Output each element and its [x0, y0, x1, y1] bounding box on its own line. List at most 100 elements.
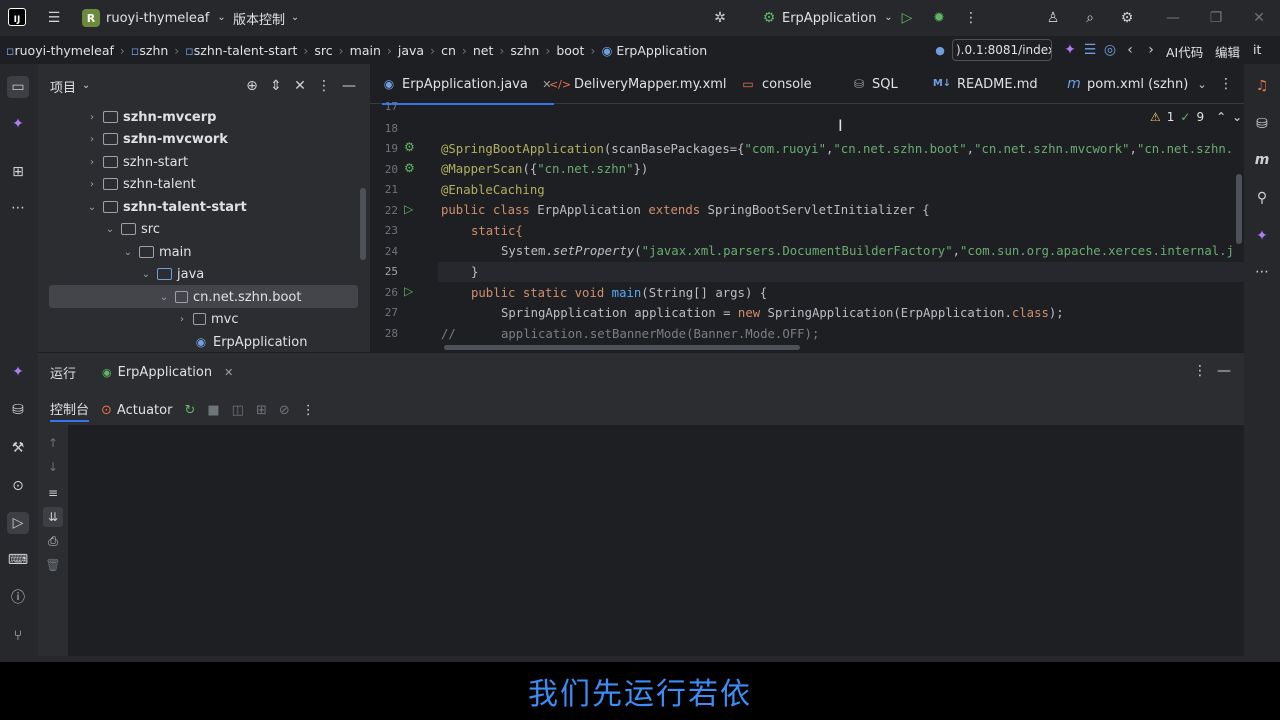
edit-link[interactable]: 编辑: [1215, 42, 1240, 61]
run-panel-icon[interactable]: ▷: [7, 512, 29, 534]
scroll-to-end-icon[interactable]: ⇊: [43, 507, 63, 527]
copilot-icon[interactable]: ◎: [1100, 40, 1120, 60]
add-user-icon[interactable]: ♙: [1043, 8, 1063, 28]
maven-icon[interactable]: m: [1252, 150, 1272, 170]
code-line[interactable]: @EnableCaching: [441, 180, 545, 200]
debug-icon[interactable]: ✹: [929, 8, 949, 28]
tree-item[interactable]: ⌄ szhn-talent-start: [86, 196, 247, 218]
spring-bean-icon[interactable]: ⚙: [404, 140, 418, 154]
stop-icon[interactable]: ■: [207, 403, 219, 418]
spring-bean-icon[interactable]: ⚙: [404, 161, 418, 175]
project-panel-header[interactable]: 项目 ⌄: [50, 76, 92, 96]
close-icon[interactable]: ✕: [224, 366, 233, 379]
hide-panel-icon[interactable]: —: [339, 76, 359, 96]
code-line[interactable]: }: [471, 262, 478, 282]
inspection-widget[interactable]: ⚠ 1 ✓ 9 ⌃ ⌄: [1150, 110, 1242, 124]
browser-icon[interactable]: ●: [930, 40, 950, 60]
tree-item[interactable]: ⌄ main: [122, 241, 192, 263]
database-icon[interactable]: ⛁: [1252, 114, 1272, 134]
ai-sparkle-icon[interactable]: ✦: [1252, 226, 1272, 246]
code-line[interactable]: public static void main(String[] args) {: [471, 283, 767, 303]
soft-wrap-icon[interactable]: ≡: [43, 483, 63, 503]
tab-readme[interactable]: M↓ README.md: [933, 64, 1038, 104]
search-icon[interactable]: ⌕: [1080, 8, 1100, 28]
tree-item[interactable]: ⌄ java: [140, 263, 204, 285]
services-icon[interactable]: ⊙: [8, 476, 28, 496]
breadcrumb-item[interactable]: szhn: [510, 43, 539, 58]
tab-console[interactable]: ▭ console: [740, 64, 811, 104]
clear-icon[interactable]: 🗑: [43, 555, 63, 575]
tab-erpapplication[interactable]: ◉ ErpApplication.java ✕: [382, 64, 554, 105]
back-icon[interactable]: ‹: [1120, 40, 1140, 60]
database-icon[interactable]: ☰: [1080, 40, 1100, 60]
horizontal-scrollbar[interactable]: [444, 345, 800, 350]
tree-item[interactable]: › szhn-talent: [86, 173, 196, 195]
ai-sparkle-icon[interactable]: ✦: [8, 362, 28, 382]
chevron-down-icon[interactable]: ⌄: [1192, 74, 1212, 94]
breadcrumb-item[interactable]: boot: [556, 43, 584, 58]
code-line[interactable]: application.setBannerMode(Banner.Mode.OF…: [501, 324, 819, 344]
tree-item[interactable]: › szhn-start: [86, 151, 188, 173]
scroll-down-icon[interactable]: ↓: [43, 457, 63, 477]
restore-layout-icon[interactable]: ⊞: [256, 403, 267, 418]
scrollbar[interactable]: [360, 188, 366, 260]
project-switcher[interactable]: R ruoyi-thymeleaf ⌄: [82, 8, 227, 28]
rerun-icon[interactable]: ↻: [184, 403, 195, 418]
hamburger-menu-icon[interactable]: ☰: [44, 8, 64, 28]
more-icon[interactable]: ⋯: [1252, 262, 1272, 282]
ai-code-link[interactable]: AI代码: [1166, 42, 1203, 61]
run-gutter-icon[interactable]: ▷: [404, 284, 418, 298]
breadcrumb-item[interactable]: main: [350, 43, 381, 58]
breadcrumb-item[interactable]: ▫szhn: [131, 43, 168, 58]
notifications-icon[interactable]: ♫: [1252, 76, 1272, 96]
breadcrumb-item[interactable]: net: [473, 43, 494, 58]
database-icon[interactable]: ⛁: [8, 400, 28, 420]
settings-icon[interactable]: ⚙: [1117, 8, 1137, 28]
git-icon[interactable]: ⑂: [8, 626, 28, 646]
problems-icon[interactable]: ⓘ: [8, 588, 28, 608]
quit-link[interactable]: it: [1253, 42, 1261, 57]
more-icon[interactable]: ⋯: [8, 198, 28, 218]
locate-icon[interactable]: ⊕: [242, 76, 262, 96]
scroll-up-icon[interactable]: ↑: [43, 433, 63, 453]
vcs-switcher[interactable]: 版本控制 ⌄: [233, 8, 301, 28]
tree-item[interactable]: ◉ ErpApplication: [194, 331, 308, 353]
build-icon[interactable]: ⚒: [8, 438, 28, 458]
run-config-tab[interactable]: ◉ ErpApplication ✕: [102, 365, 233, 380]
breadcrumb-item[interactable]: ◉ ErpApplication: [601, 43, 707, 58]
screenshot-icon[interactable]: ◫: [232, 403, 244, 418]
code-line[interactable]: @SpringBootApplication(scanBasePackages=…: [441, 139, 1233, 159]
tab-actuator[interactable]: ⊙ Actuator: [101, 403, 172, 418]
tree-item[interactable]: › mvc: [176, 308, 239, 330]
run-icon[interactable]: ▷: [897, 8, 917, 28]
close-icon[interactable]: ✕: [1249, 8, 1269, 28]
tree-item[interactable]: › szhn-mvcerp: [86, 106, 216, 128]
ai-sparkle-icon[interactable]: ✦: [8, 114, 28, 134]
tree-item[interactable]: ⌄ src: [104, 218, 160, 240]
breadcrumb-item[interactable]: cn: [441, 43, 456, 58]
code-line[interactable]: static{: [471, 221, 523, 241]
forward-icon[interactable]: ›: [1141, 40, 1161, 60]
terminal-icon[interactable]: ⌨: [8, 550, 28, 570]
url-field[interactable]: ).0.1:8081/index: [952, 39, 1052, 61]
chevron-down-icon[interactable]: ⌄: [1232, 110, 1242, 124]
more-icon[interactable]: ⋮: [961, 8, 981, 28]
print-icon[interactable]: ⎙: [43, 531, 63, 551]
code-line[interactable]: @MapperScan({"cn.net.szhn"}): [441, 159, 648, 179]
breadcrumb-item[interactable]: java: [398, 43, 424, 58]
more-icon[interactable]: ⋮: [1190, 361, 1210, 381]
collapse-icon[interactable]: ✕: [290, 76, 310, 96]
structure-icon[interactable]: ⊞: [8, 162, 28, 182]
tab-console[interactable]: 控制台: [50, 399, 90, 422]
run-gutter-icon[interactable]: ▷: [404, 202, 418, 216]
tab-deliverymapper[interactable]: </> DeliveryMapper.my.xml: [549, 64, 727, 104]
folder-icon[interactable]: ▭: [7, 76, 29, 98]
tree-item[interactable]: ⌄ cn.net.szhn.boot: [158, 286, 302, 308]
code-line[interactable]: SpringApplication application = new Spri…: [501, 303, 1064, 323]
tree-item[interactable]: › szhn-mvcwork: [86, 128, 228, 150]
code-line[interactable]: public class ErpApplication extends Spri…: [441, 200, 930, 220]
minimize-icon[interactable]: —: [1163, 8, 1183, 28]
bug-icon[interactable]: ✲: [710, 8, 730, 28]
more-icon[interactable]: ⋮: [302, 403, 315, 418]
run-config-selector[interactable]: ⚙ ErpApplication ⌄: [762, 8, 894, 28]
